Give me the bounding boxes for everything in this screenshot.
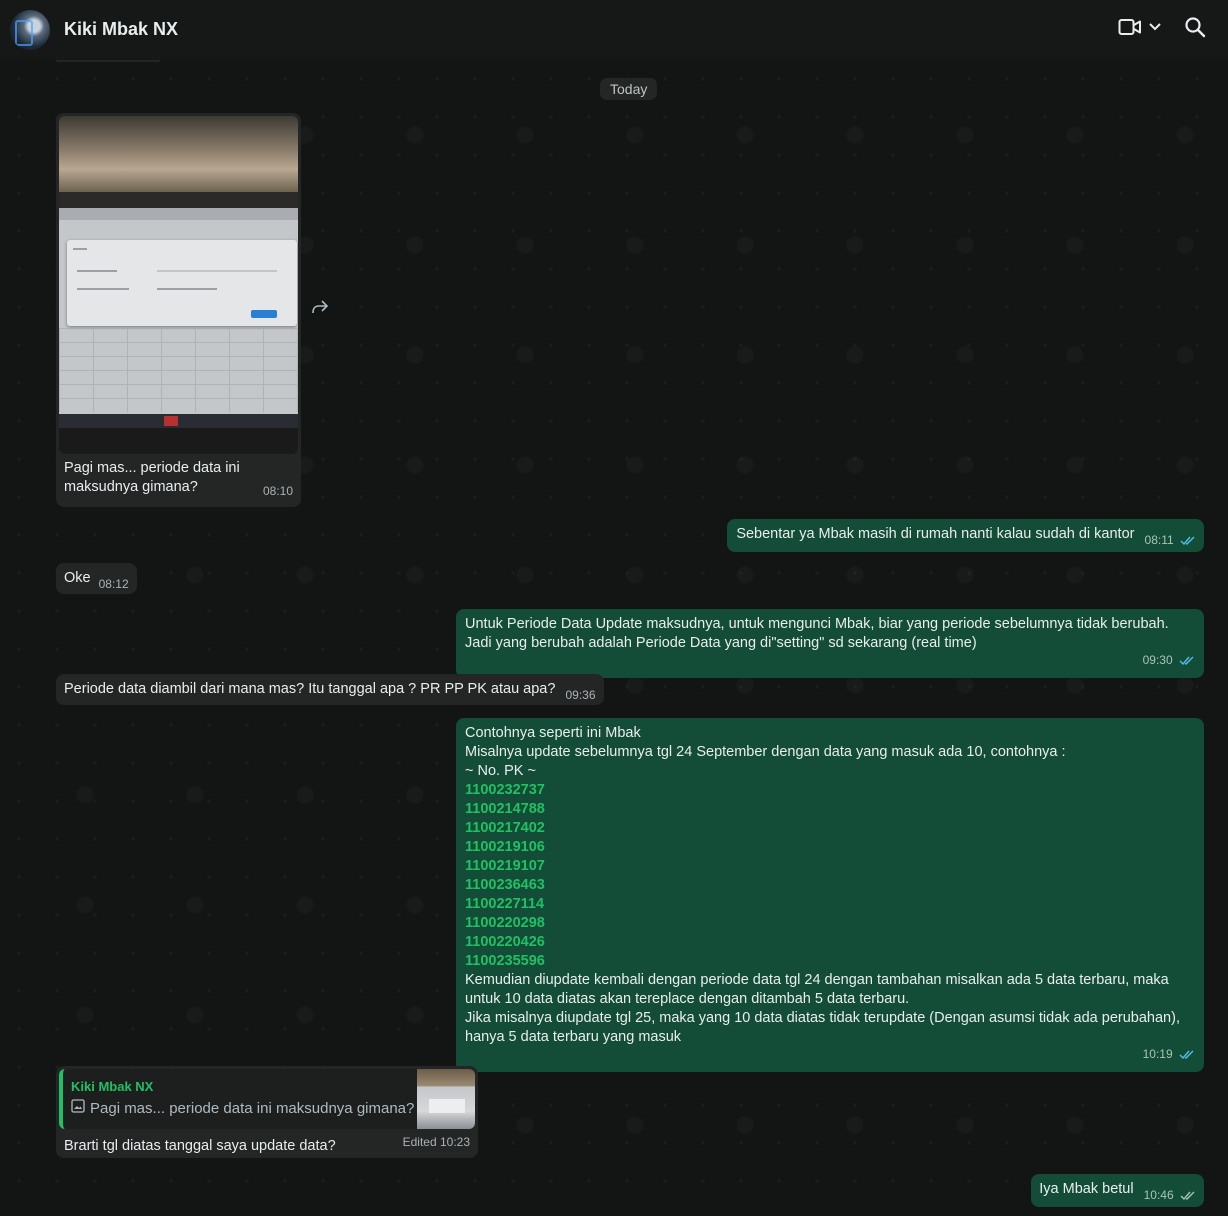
pk-number: 1100232737 (465, 782, 545, 798)
double-check-icon (1179, 1047, 1195, 1066)
header-actions (1118, 16, 1206, 38)
search-icon[interactable] (1184, 16, 1206, 38)
contact-avatar[interactable] (10, 10, 50, 50)
forward-button[interactable] (306, 295, 334, 323)
outgoing-message[interactable]: Sebentar ya Mbak masih di rumah nanti ka… (727, 519, 1204, 552)
forward-icon (311, 299, 329, 319)
message-time: 08:11 (1144, 533, 1174, 547)
message-text: Kemudian diupdate kembali dengan periode… (465, 972, 1169, 1007)
video-camera-icon (1118, 17, 1142, 37)
message-time: 08:12 (98, 577, 129, 591)
pk-number: 1100219106 (465, 839, 545, 855)
message-text: Contohnya seperti ini Mbak (465, 725, 641, 741)
chevron-down-icon (1148, 22, 1162, 32)
chat-window: Kiki Mbak NX Today Pagi mas... periode d… (0, 0, 1228, 1216)
date-separator: Today (600, 78, 658, 100)
message-text: Periode data diambil dari mana mas? Itu … (64, 681, 556, 697)
message-text: Sebentar ya Mbak masih di rumah nanti ka… (736, 526, 1135, 542)
message-photo[interactable] (59, 116, 298, 454)
message-time: 09:36 (565, 688, 596, 702)
quoted-author: Kiki Mbak NX (71, 1079, 154, 1094)
message-text: Untuk Periode Data Update maksudnya, unt… (465, 616, 1169, 651)
previous-message-edge (56, 60, 160, 62)
chat-header: Kiki Mbak NX (0, 0, 1228, 60)
message-text: Oke (64, 570, 91, 586)
double-check-icon (1180, 533, 1196, 552)
image-caption: Pagi mas... periode data ini maksudnya g… (64, 460, 240, 495)
message-text: Misalnya update sebelumnya tgl 24 Septem… (465, 744, 1066, 760)
message-time: Edited 10:23 (402, 1135, 470, 1149)
double-check-icon (1179, 653, 1195, 672)
double-check-icon (1180, 1188, 1196, 1207)
message-time: 09:30 (1142, 653, 1173, 667)
image-icon (71, 1099, 85, 1118)
pk-number: 1100235596 (465, 953, 545, 969)
message-list[interactable]: Today Pagi mas... periode data ini maksu… (0, 60, 1228, 1216)
message-text: Jika misalnya diupdate tgl 25, maka yang… (465, 1010, 1180, 1045)
message-text: Brarti tgl diatas tanggal saya update da… (64, 1138, 336, 1154)
video-call-button[interactable] (1118, 17, 1162, 37)
message-text: Iya Mbak betul (1039, 1181, 1134, 1197)
message-time: 10:46 (1143, 1188, 1174, 1202)
outgoing-message[interactable]: Untuk Periode Data Update maksudnya, unt… (456, 609, 1204, 678)
pk-number: 1100214788 (465, 801, 545, 817)
reply-message[interactable]: Kiki Mbak NX Pagi mas... periode data in… (56, 1066, 478, 1158)
outgoing-message[interactable]: Contohnya seperti ini Mbak Misalnya upda… (456, 718, 1204, 1072)
pk-number: 1100217402 (465, 820, 545, 836)
pk-number: 1100227114 (465, 896, 545, 912)
image-message[interactable]: Pagi mas... periode data ini maksudnya g… (56, 113, 301, 507)
quoted-text: Pagi mas... periode data ini maksudnya g… (90, 1100, 415, 1117)
message-time: 08:10 (262, 484, 293, 498)
pk-number: 1100219107 (465, 858, 545, 874)
pk-number: 1100236463 (465, 877, 545, 893)
pk-number: 1100220298 (465, 915, 545, 931)
pk-number: 1100220426 (465, 934, 545, 950)
message-text: ~ No. PK ~ (465, 763, 536, 779)
message-time: 10:19 (1142, 1047, 1173, 1061)
incoming-message[interactable]: Periode data diambil dari mana mas? Itu … (56, 674, 604, 705)
contact-name[interactable]: Kiki Mbak NX (64, 19, 178, 40)
quoted-message[interactable]: Kiki Mbak NX Pagi mas... periode data in… (59, 1069, 475, 1129)
outgoing-message[interactable]: Iya Mbak betul 10:46 (1031, 1174, 1204, 1207)
incoming-message[interactable]: Oke 08:12 (56, 563, 137, 594)
quoted-thumbnail (417, 1069, 475, 1129)
